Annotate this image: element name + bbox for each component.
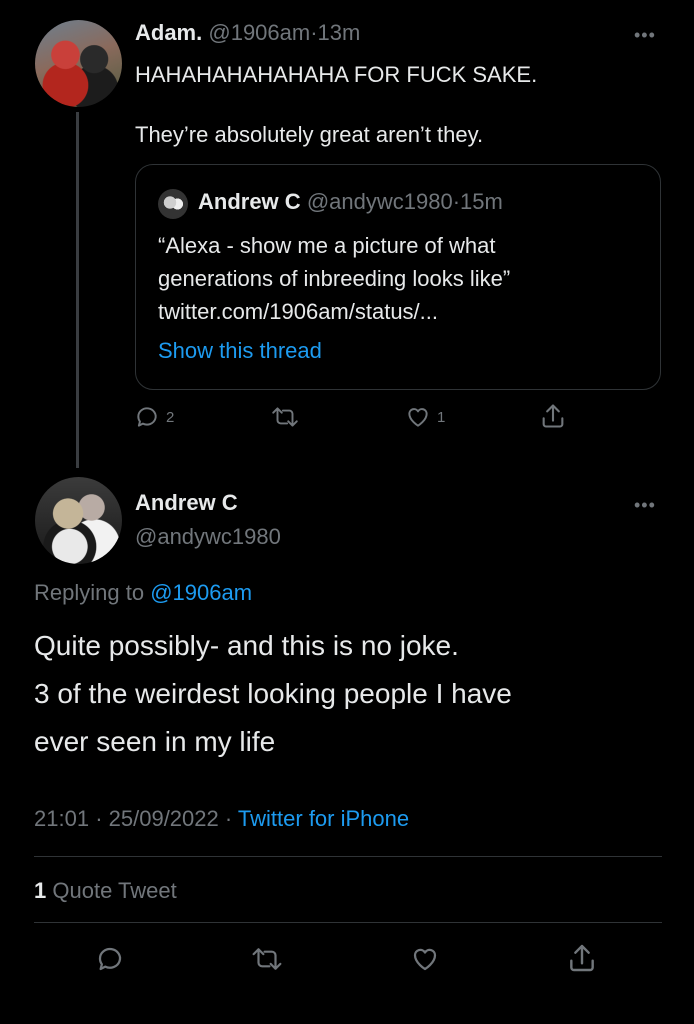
parent-tweet-header: Adam. @1906am·13m: [135, 20, 360, 46]
reply-count: 2: [166, 408, 175, 426]
show-thread-link[interactable]: Show this thread: [158, 338, 322, 364]
replying-to: Replying to @1906am: [34, 580, 252, 606]
retweet-button[interactable]: [250, 944, 284, 974]
reply-icon: [134, 404, 160, 430]
author-name[interactable]: Adam.: [135, 20, 202, 45]
quote-tweets-link[interactable]: 1 Quote Tweet: [34, 878, 177, 904]
separator-dot: ·: [310, 20, 318, 45]
tweet-time: 21:01: [34, 806, 90, 831]
share-icon: [539, 402, 567, 430]
quote-count: 1: [34, 878, 47, 903]
divider: [34, 856, 662, 857]
reply-button[interactable]: 2: [134, 404, 174, 430]
avatar[interactable]: [35, 20, 122, 107]
like-count: 1: [437, 408, 446, 426]
author-handle[interactable]: @1906am: [208, 20, 310, 45]
retweet-icon: [250, 944, 284, 974]
replying-prefix: Replying to: [34, 580, 145, 605]
retweet-button[interactable]: [270, 404, 306, 430]
tweet-source-link[interactable]: Twitter for iPhone: [238, 806, 409, 831]
main-tweet-text: Quite possibly- and this is no joke. 3 o…: [34, 630, 512, 757]
quoted-author-handle: @andywc1980: [306, 189, 453, 214]
like-button[interactable]: 1: [405, 404, 445, 430]
share-button[interactable]: [539, 402, 567, 430]
more-dots-icon[interactable]: •••: [634, 26, 656, 44]
replying-to-mention[interactable]: @1906am: [150, 580, 252, 605]
author-name[interactable]: Andrew C: [135, 490, 238, 516]
heart-icon: [410, 944, 440, 974]
heart-icon: [405, 404, 431, 430]
tweet-date: 25/09/2022: [108, 806, 219, 831]
share-icon: [566, 942, 598, 974]
quoted-avatar: [158, 189, 188, 219]
main-action-bar: [0, 940, 694, 980]
quoted-tweet-header: Andrew C @andywc1980·15m: [198, 189, 503, 215]
reply-icon: [95, 944, 125, 974]
retweet-icon: [270, 404, 300, 430]
quoted-tweet-card[interactable]: Andrew C @andywc1980·15m “Alexa - show m…: [135, 164, 661, 390]
author-handle[interactable]: @andywc1980: [135, 524, 281, 550]
quoted-tweet-text: “Alexa - show me a picture of what gener…: [158, 233, 511, 324]
more-dots-icon[interactable]: •••: [634, 496, 656, 514]
separator-dot: ·: [224, 806, 233, 831]
avatar[interactable]: [35, 477, 122, 564]
like-button[interactable]: [410, 944, 440, 974]
quoted-tweet-time: 15m: [460, 189, 503, 214]
divider: [34, 922, 662, 923]
quote-label: Quote Tweet: [52, 878, 177, 903]
reply-button[interactable]: [95, 944, 125, 974]
separator-dot: ·: [95, 806, 103, 831]
quoted-author-name: Andrew C: [198, 189, 301, 214]
tweet-meta: 21:01 · 25/09/2022 · Twitter for iPhone: [34, 806, 409, 832]
separator-dot: ·: [452, 189, 461, 214]
parent-tweet-text: HAHAHAHAHAHAHA FOR FUCK SAKE. They’re ab…: [135, 62, 538, 147]
share-button[interactable]: [566, 942, 598, 974]
parent-action-bar: 2 1: [0, 404, 694, 434]
tweet-time[interactable]: 13m: [318, 20, 361, 45]
